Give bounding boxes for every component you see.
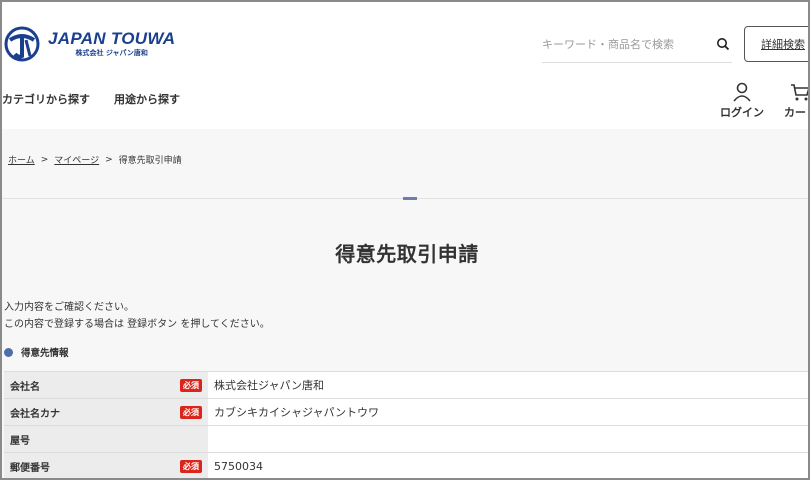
- table-row: 屋号: [4, 425, 808, 452]
- section-title: 得意先情報: [21, 348, 69, 359]
- breadcrumb-separator: >: [40, 154, 49, 165]
- breadcrumb-home[interactable]: ホーム: [8, 153, 35, 166]
- customer-info-table: 会社名 必須 株式会社ジャパン唐和 会社名カナ 必須 カブシキカイシャジャパント…: [4, 371, 808, 478]
- instruction-line: 入力内容をご確認ください。: [4, 302, 134, 313]
- row-value: 5750034: [208, 453, 808, 478]
- user-icon: [733, 82, 751, 102]
- page-title: 得意先取引申請: [335, 242, 479, 266]
- cart-label: カー: [784, 106, 806, 119]
- row-label: 郵便番号: [10, 462, 50, 474]
- table-row: 会社名 必須 株式会社ジャパン唐和: [4, 371, 808, 398]
- logo-mark-icon: [4, 26, 40, 62]
- row-label: 会社名カナ: [10, 408, 60, 420]
- site-header: JAPAN TOUWA 株式会社 ジャパン唐和 詳細検索 カテゴリから探す 用途…: [2, 2, 808, 129]
- required-badge: 必須: [180, 459, 202, 473]
- search-input[interactable]: [542, 38, 710, 51]
- table-row: 郵便番号 必須 5750034: [4, 452, 808, 478]
- breadcrumb-current: 得意先取引申請: [118, 156, 182, 166]
- login-button[interactable]: ログイン: [718, 82, 766, 120]
- logo-name: JAPAN TOUWA: [48, 29, 176, 48]
- logo-subtitle: 株式会社 ジャパン唐和: [75, 49, 148, 57]
- search-box: [542, 27, 732, 63]
- instructions: 入力内容をご確認ください。 この内容で登録する場合は 登録ボタン を押してくださ…: [4, 299, 270, 333]
- cart-icon: [791, 84, 808, 101]
- section-header: 得意先情報: [4, 345, 69, 359]
- breadcrumb: ホーム > マイページ > 得意先取引申請: [8, 153, 182, 167]
- cart-button[interactable]: カー: [784, 82, 808, 120]
- row-label-cell: 郵便番号 必須: [4, 453, 208, 478]
- nav-usage-search[interactable]: 用途から探す: [114, 91, 180, 107]
- row-label-cell: 屋号: [4, 426, 208, 452]
- logo-text: JAPAN TOUWA 株式会社 ジャパン唐和: [48, 30, 175, 58]
- instruction-line: この内容で登録する場合は 登録ボタン を押してください。: [4, 319, 270, 330]
- table-row: 会社名カナ 必須 カブシキカイシャジャパントウワ: [4, 398, 808, 425]
- main-content: ホーム > マイページ > 得意先取引申請 得意先取引申請 入力内容をご確認くだ…: [2, 129, 808, 478]
- required-badge: 必須: [180, 405, 202, 419]
- row-label: 屋号: [10, 435, 30, 447]
- required-badge: 必須: [180, 378, 202, 392]
- accent-divider: [403, 197, 417, 200]
- main-nav: カテゴリから探す 用途から探す: [2, 91, 204, 107]
- breadcrumb-separator: >: [105, 154, 113, 165]
- advanced-search-button[interactable]: 詳細検索: [744, 26, 808, 62]
- row-label-cell: 会社名カナ 必須: [4, 399, 208, 425]
- bullet-dot-icon: [4, 347, 13, 357]
- row-label: 会社名: [10, 381, 40, 393]
- breadcrumb-mypage[interactable]: マイページ: [54, 153, 99, 166]
- site-logo[interactable]: JAPAN TOUWA 株式会社 ジャパン唐和: [4, 26, 175, 62]
- row-label-cell: 会社名 必須: [4, 372, 208, 398]
- search-icon[interactable]: [716, 37, 730, 51]
- row-value: [208, 426, 808, 452]
- row-value: 株式会社ジャパン唐和: [208, 372, 808, 398]
- row-value: カブシキカイシャジャパントウワ: [208, 399, 808, 425]
- nav-category-search[interactable]: カテゴリから探す: [2, 91, 90, 107]
- browser-frame: JAPAN TOUWA 株式会社 ジャパン唐和 詳細検索 カテゴリから探す 用途…: [0, 0, 810, 480]
- login-label: ログイン: [720, 106, 764, 119]
